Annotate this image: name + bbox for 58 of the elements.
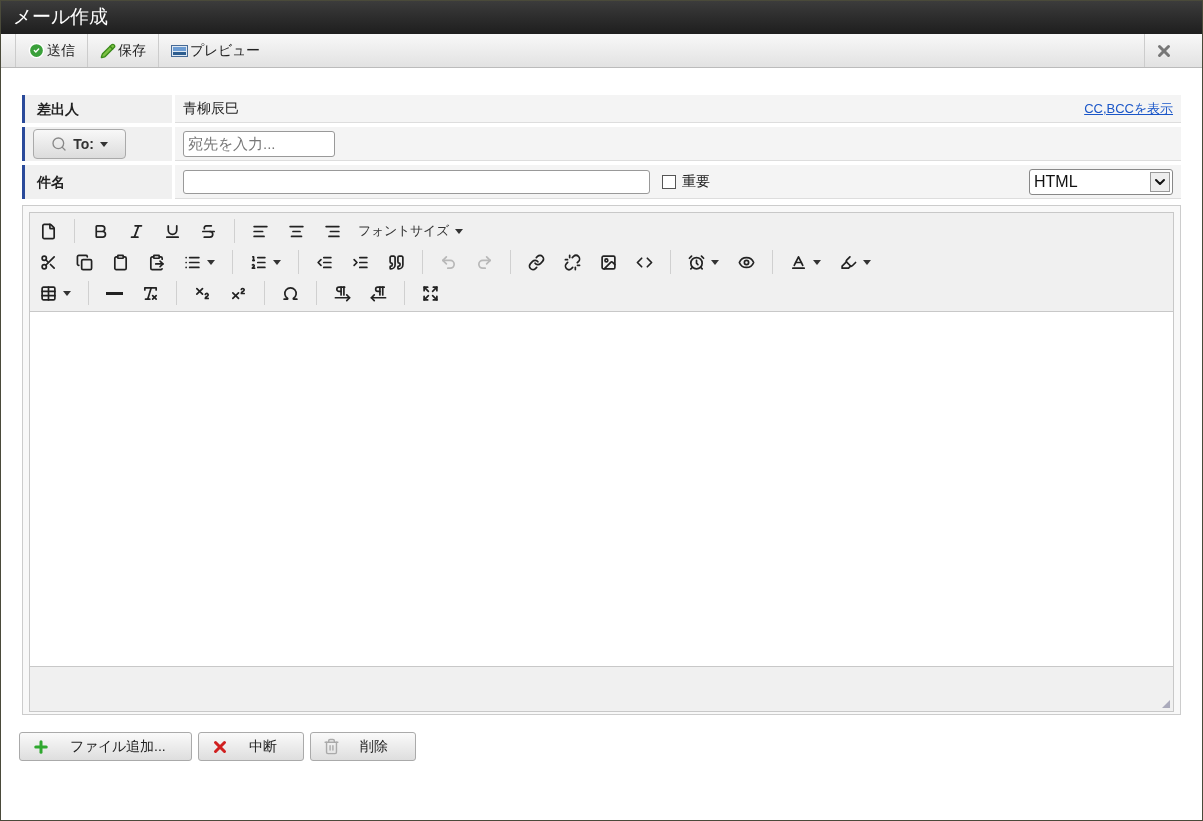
add-button[interactable]: ファイル追加... — [19, 732, 192, 761]
caret-icon — [207, 259, 215, 265]
copy-icon — [76, 253, 93, 271]
caret-icon — [711, 259, 719, 265]
field-label: 差出人 — [22, 95, 172, 123]
trash-icon — [323, 738, 340, 755]
checkbox[interactable] — [662, 174, 676, 189]
window-title: メール作成 — [13, 5, 108, 30]
bold-icon — [92, 222, 109, 240]
recipient-field[interactable]: 宛先を入力... — [183, 130, 335, 157]
unlink-icon — [564, 253, 581, 271]
new-document-icon — [40, 222, 57, 240]
numbered-list-icon — [250, 253, 267, 271]
underline-icon — [164, 222, 181, 240]
search-icon — [51, 136, 68, 152]
save-button[interactable]: 保存 — [87, 34, 158, 67]
caret-icon — [863, 259, 871, 265]
cc-bcc-link[interactable]: CC,BCCを表示 — [1084, 98, 1173, 119]
image-icon — [600, 253, 617, 271]
paste-icon — [112, 253, 129, 271]
caret-icon — [63, 290, 71, 296]
sender-name: 青柳辰巳 — [183, 99, 239, 118]
resize-handle-icon[interactable] — [1161, 699, 1171, 709]
link-icon — [528, 253, 545, 271]
caret-icon — [813, 259, 821, 265]
strikethrough-icon — [200, 222, 217, 240]
checkbox-label: 重要 — [682, 172, 710, 191]
quote-icon — [388, 253, 405, 271]
rtl-icon — [370, 284, 387, 302]
caret-icon — [273, 259, 281, 265]
font-size-dropdown[interactable]: フォントサイズ — [354, 217, 467, 245]
text-color-icon — [790, 253, 807, 271]
table-icon — [40, 284, 57, 302]
ltr-icon — [334, 284, 351, 302]
to-button[interactable]: To: — [33, 129, 126, 159]
redo-icon — [476, 253, 493, 271]
fullscreen-icon — [422, 284, 439, 302]
alarm-clock-icon — [688, 253, 705, 271]
italic-icon — [128, 222, 145, 240]
send-button[interactable]: 送信 — [15, 34, 87, 67]
paste-text-icon — [148, 253, 165, 271]
check-icon — [28, 42, 45, 59]
preview-button[interactable]: プレビュー — [158, 34, 272, 67]
cut-icon — [40, 253, 57, 271]
caret-icon — [99, 141, 108, 147]
picture-frame-icon — [171, 44, 188, 57]
format-select[interactable]: HTML — [1029, 168, 1173, 195]
highlight-color-icon — [840, 253, 857, 271]
pencil-icon — [100, 42, 116, 59]
subject-field[interactable] — [183, 169, 650, 194]
delete-button[interactable]: 削除 — [310, 732, 416, 761]
clear-format-icon — [142, 284, 159, 302]
field-label: 件名 — [22, 165, 172, 199]
undo-icon — [440, 253, 457, 271]
cancel-button[interactable]: 中断 — [198, 732, 304, 761]
caret-icon — [455, 228, 463, 234]
special-character-icon — [282, 284, 299, 302]
plus-icon — [32, 737, 50, 756]
